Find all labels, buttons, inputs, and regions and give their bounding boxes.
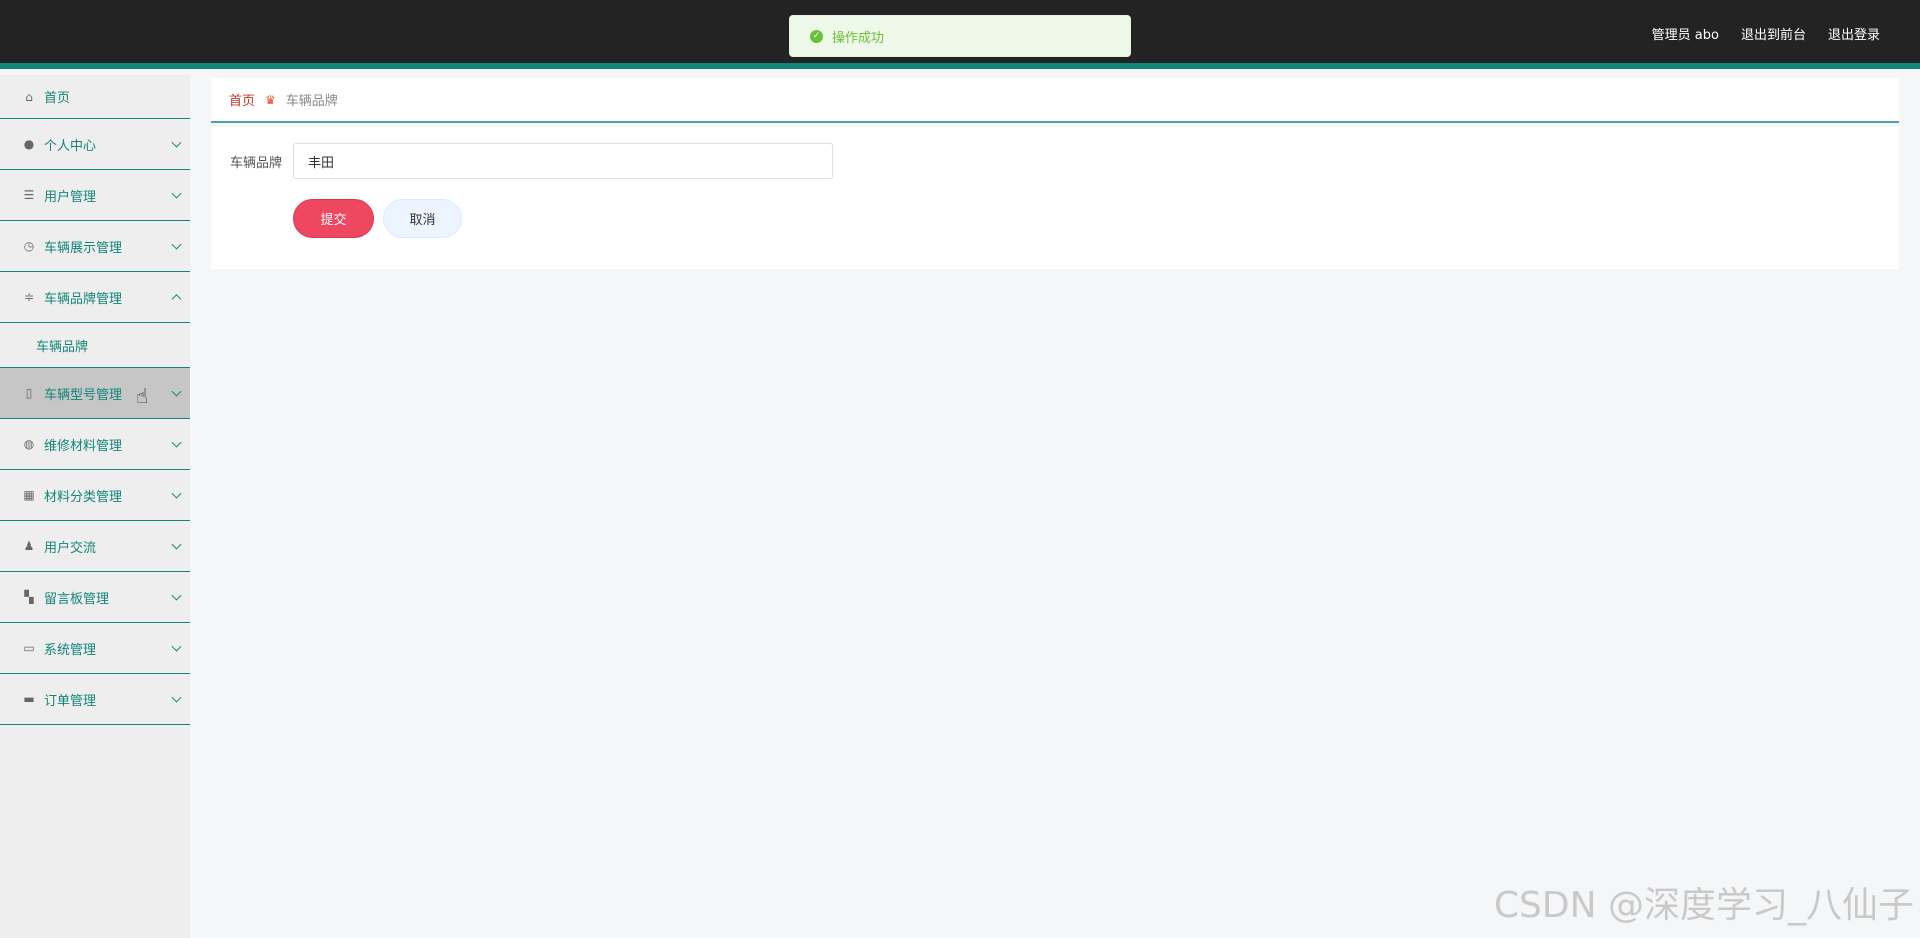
message-icon: ▭: [23, 641, 35, 655]
sidebar-item-label: 用户管理: [44, 189, 97, 205]
sidebar-item-label: 材料分类管理: [44, 489, 123, 505]
sidebar-item-system-management[interactable]: ▭ 系统管理: [0, 623, 190, 674]
sidebar-item-vehicle-brand[interactable]: ≑ 车辆品牌管理: [0, 272, 190, 323]
chevron-down-icon: [171, 386, 182, 397]
sidebar-item-vehicle-display[interactable]: ◷ 车辆展示管理: [0, 221, 190, 272]
sidebar-item-material-category[interactable]: ▦ 材料分类管理: [0, 470, 190, 521]
crown-separator-icon: ♛: [265, 92, 276, 107]
chevron-down-icon: [171, 590, 182, 601]
chevron-down-icon: [171, 239, 182, 250]
sidebar-item-repair-materials[interactable]: ◍ 维修材料管理: [0, 419, 190, 470]
chevron-down-icon: [171, 488, 182, 499]
list-icon: ☰: [23, 188, 35, 202]
sidebar-item-user-management[interactable]: ☰ 用户管理: [0, 170, 190, 221]
grid-icon: ▦: [23, 488, 35, 502]
sidebar-item-label: 首页: [44, 91, 71, 106]
home-icon: ⌂: [25, 89, 33, 104]
mic-icon: ▯: [25, 386, 33, 400]
sidebar-item-label: 个人中心: [44, 138, 97, 154]
chevron-down-icon: [171, 641, 182, 652]
cancel-button[interactable]: 取消: [383, 199, 462, 238]
sidebar-item-order-management[interactable]: ▬ 订单管理: [0, 674, 190, 725]
exit-to-front-link[interactable]: 退出到前台: [1741, 24, 1806, 43]
user-icon: ●: [23, 137, 35, 151]
sidebar-item-user-communication[interactable]: ♟ 用户交流: [0, 521, 190, 572]
submenu-item-vehicle-brand[interactable]: 车辆品牌: [0, 323, 190, 368]
sidebar-item-label: 车辆品牌管理: [44, 291, 123, 307]
brand-form: 车辆品牌 提交 取消: [211, 127, 1899, 269]
sidebar-item-label: 系统管理: [44, 642, 97, 658]
form-row-brand: 车辆品牌: [230, 143, 833, 179]
sidebar-item-label: 订单管理: [44, 693, 97, 709]
sidebar-item-label: 车辆型号管理: [44, 387, 123, 403]
chevron-down-icon: [171, 137, 182, 148]
breadcrumb-current: 车辆品牌: [285, 94, 338, 109]
sidebar-item-label: 车辆展示管理: [44, 240, 123, 256]
submit-button[interactable]: 提交: [293, 199, 374, 238]
clock-icon: ◷: [23, 239, 35, 253]
sliders-icon: ≑: [23, 290, 35, 304]
success-toast: ✓ 操作成功: [789, 15, 1131, 57]
brand-label: 车辆品牌: [230, 155, 283, 171]
sidebar-item-home[interactable]: ⌂ 首页: [0, 75, 190, 119]
admin-name: 管理员 abo: [1651, 28, 1719, 43]
breadcrumb-home[interactable]: 首页: [229, 90, 255, 109]
check-circle-icon: ✓: [810, 29, 823, 43]
chevron-down-icon: [171, 188, 182, 199]
watermark: CSDN @深度学习_八仙子: [1493, 885, 1914, 926]
chevron-up-icon: [171, 294, 182, 305]
chevron-down-icon: [171, 437, 182, 448]
brand-input[interactable]: [293, 143, 833, 179]
chevron-down-icon: [171, 539, 182, 550]
sidebar-item-personal-center[interactable]: ● 个人中心: [0, 119, 190, 170]
chevron-down-icon: [171, 692, 182, 703]
sidebar-item-label: 留言板管理: [44, 591, 110, 607]
toast-message: 操作成功: [832, 30, 885, 46]
person-icon: ♟: [23, 539, 35, 553]
top-right-links: 管理员 abo 退出到前台 退出登录: [1652, 24, 1880, 43]
breadcrumb: 首页 ♛ 车辆品牌: [211, 78, 1899, 123]
form-buttons: 提交 取消: [293, 199, 462, 238]
sidebar-item-message-board[interactable]: ▚ 留言板管理: [0, 572, 190, 623]
hand-cursor-icon: ☝: [136, 384, 149, 408]
apps-icon: ▚: [24, 590, 34, 604]
logout-link[interactable]: 退出登录: [1828, 24, 1880, 43]
globe-icon: ◍: [23, 437, 35, 451]
chat-icon: ▬: [23, 692, 35, 706]
sidebar-item-label: 维修材料管理: [44, 438, 123, 454]
sidebar-item-label: 用户交流: [44, 540, 97, 556]
sidebar: ⌂ 首页 ● 个人中心 ☰ 用户管理 ◷ 车辆展示管理 ≑ 车辆品牌管理 车辆品…: [0, 75, 190, 938]
sidebar-item-vehicle-model[interactable]: ▯ 车辆型号管理: [0, 368, 190, 419]
